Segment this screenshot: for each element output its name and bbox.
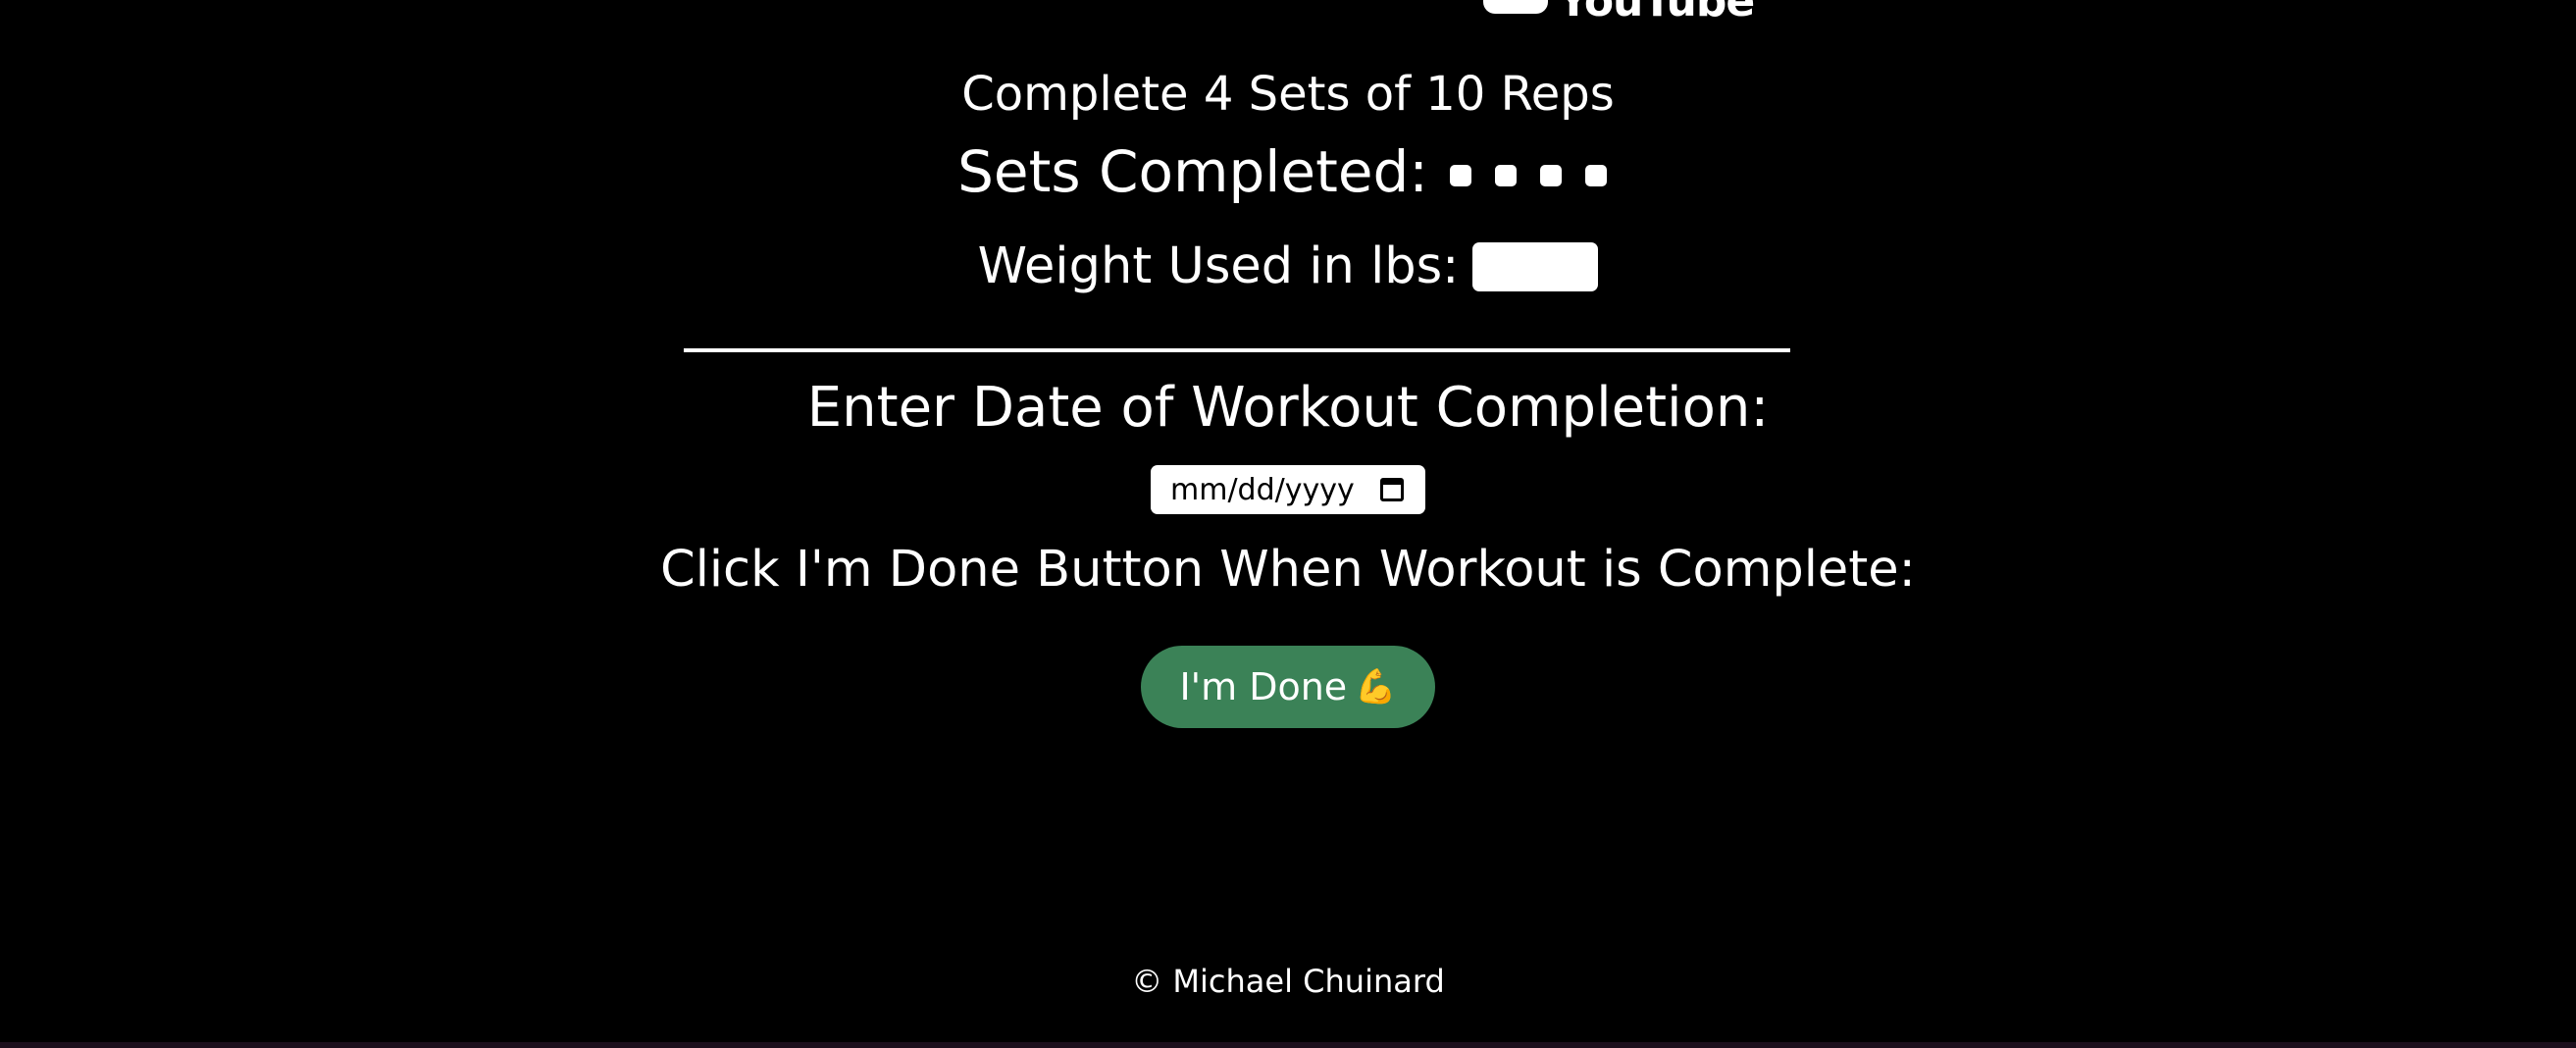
- bottom-border: [0, 1042, 2576, 1048]
- done-instruction: Click I'm Done Button When Workout is Co…: [660, 541, 1916, 599]
- set-2-checkbox[interactable]: [1494, 165, 1517, 186]
- date-input-wrapper: mm/dd/yyyy: [0, 465, 2576, 514]
- calendar-icon[interactable]: [1380, 478, 1404, 501]
- youtube-logo[interactable]: YouTube: [1483, 0, 1755, 24]
- im-done-button[interactable]: I'm Done 💪: [1141, 646, 1435, 728]
- weight-input[interactable]: [1472, 242, 1599, 291]
- workout-page: YouTube Complete 4 Sets of 10 Reps Sets …: [0, 0, 2576, 1048]
- done-button-wrapper: I'm Done 💪: [0, 646, 2576, 728]
- weight-row: Weight Used in lbs:: [0, 236, 2576, 298]
- set-4-checkbox[interactable]: [1584, 165, 1607, 186]
- date-heading: Enter Date of Workout Completion:: [806, 376, 1770, 440]
- workout-instructions: Complete 4 Sets of 10 Reps: [961, 67, 1615, 122]
- set-1-checkbox[interactable]: [1449, 165, 1471, 186]
- weight-label: Weight Used in lbs:: [977, 237, 1460, 295]
- youtube-play-icon: [1483, 0, 1548, 14]
- im-done-button-label: I'm Done: [1179, 665, 1348, 708]
- footer-copyright: © Michael Chuinard: [1131, 963, 1445, 1000]
- sets-completed-label: Sets Completed:: [957, 138, 1428, 205]
- date-placeholder: mm/dd/yyyy: [1170, 472, 1355, 507]
- youtube-logo-text: YouTube: [1558, 0, 1755, 26]
- sets-completed-row: Sets Completed:: [0, 137, 2576, 206]
- set-3-checkbox[interactable]: [1539, 165, 1562, 186]
- flexed-biceps-icon: 💪: [1355, 667, 1397, 707]
- date-input[interactable]: mm/dd/yyyy: [1151, 465, 1425, 514]
- section-divider: [684, 348, 1790, 352]
